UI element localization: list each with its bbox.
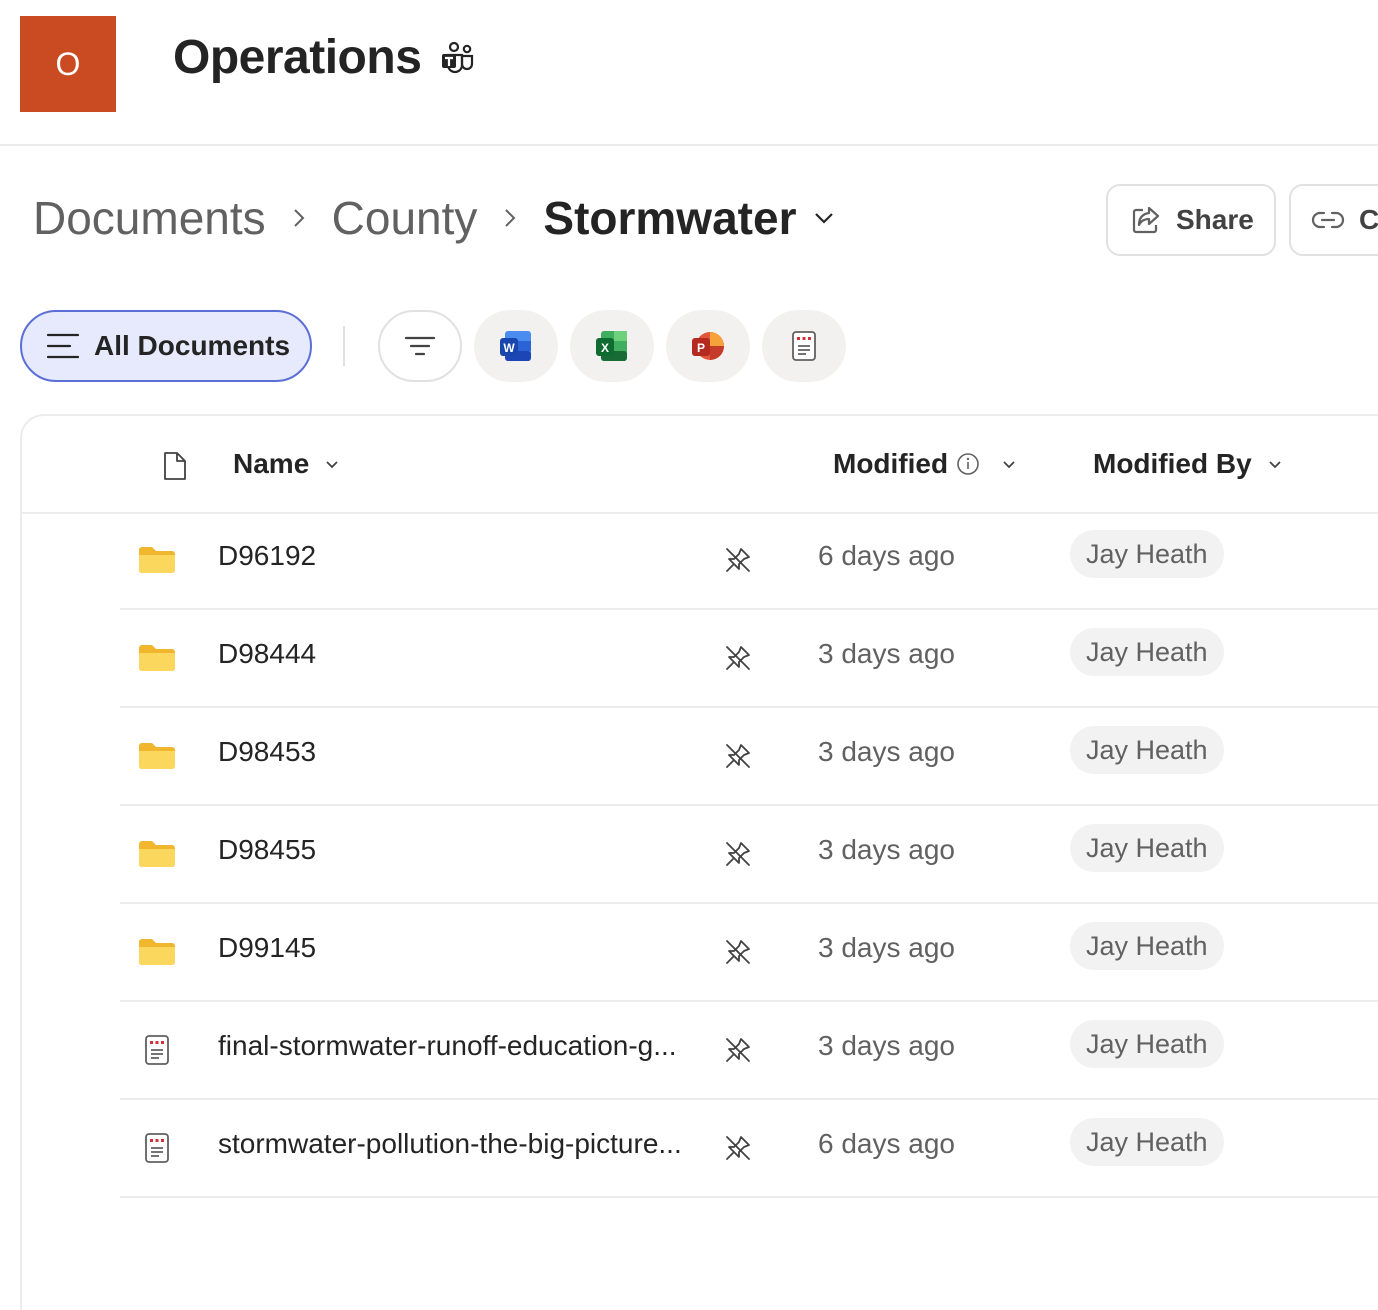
- chevron-right-icon: [266, 207, 332, 229]
- unpin-icon[interactable]: [724, 644, 752, 677]
- unpin-icon[interactable]: [724, 938, 752, 971]
- view-selector-all-documents[interactable]: All Documents: [20, 310, 312, 382]
- copy-link-button[interactable]: Co: [1289, 184, 1378, 256]
- row-modified-by[interactable]: Jay Heath: [1070, 530, 1224, 578]
- row-modified-by[interactable]: Jay Heath: [1070, 1118, 1224, 1166]
- table-row[interactable]: final-stormwater-runoff-education-g... 3…: [120, 1002, 1378, 1100]
- row-modified-by[interactable]: Jay Heath: [1070, 922, 1224, 970]
- info-icon[interactable]: [956, 452, 980, 476]
- unpin-icon[interactable]: [724, 1036, 752, 1069]
- share-label: Share: [1176, 204, 1254, 235]
- share-icon: [1132, 206, 1160, 234]
- breadcrumb-stormwater[interactable]: Stormwater: [543, 191, 796, 245]
- filter-button[interactable]: [378, 310, 462, 382]
- row-modified: 3 days ago: [818, 736, 955, 767]
- column-modified-label: Modified: [833, 448, 949, 479]
- row-name-link[interactable]: D96192: [218, 540, 316, 572]
- view-label: All Documents: [94, 330, 291, 361]
- list-view-icon: [46, 333, 80, 359]
- chevron-right-icon: [477, 207, 543, 229]
- row-name-link[interactable]: D98455: [218, 834, 316, 866]
- pdf-icon: [144, 1034, 170, 1071]
- row-name-link[interactable]: D98444: [218, 638, 316, 670]
- row-modified: 6 days ago: [818, 1128, 955, 1159]
- unpin-icon[interactable]: [724, 840, 752, 873]
- row-modified-by[interactable]: Jay Heath: [1070, 1020, 1224, 1068]
- breadcrumb: Documents County Stormwater: [33, 190, 836, 246]
- word-filter-chip[interactable]: W: [474, 310, 558, 382]
- unpin-icon[interactable]: [724, 1134, 752, 1167]
- breadcrumb-county[interactable]: County: [332, 191, 478, 245]
- powerpoint-filter-chip[interactable]: P: [666, 310, 750, 382]
- chevron-down-icon: [325, 460, 339, 469]
- table-row[interactable]: D98444 3 days ago Jay Heath: [120, 610, 1378, 708]
- column-header-modified-by[interactable]: Modified By: [1093, 448, 1282, 480]
- folder-icon: [138, 644, 176, 677]
- column-name-label: Name: [233, 448, 310, 479]
- powerpoint-icon: P: [692, 332, 724, 360]
- excel-filter-chip[interactable]: X: [570, 310, 654, 382]
- row-modified: 6 days ago: [818, 540, 955, 571]
- unpin-icon[interactable]: [724, 546, 752, 579]
- row-name-link[interactable]: D99145: [218, 932, 316, 964]
- row-modified: 3 days ago: [818, 932, 955, 963]
- row-name-link[interactable]: stormwater-pollution-the-big-picture...: [218, 1128, 682, 1160]
- copy-link-label: Co: [1359, 204, 1378, 235]
- table-row[interactable]: D98453 3 days ago Jay Heath: [120, 708, 1378, 806]
- site-logo[interactable]: O: [20, 16, 116, 112]
- filter-icon: [404, 336, 436, 356]
- table-row[interactable]: D99145 3 days ago Jay Heath: [120, 904, 1378, 1002]
- folder-icon: [138, 938, 176, 971]
- table-row[interactable]: stormwater-pollution-the-big-picture... …: [120, 1100, 1378, 1198]
- pdf-icon: [792, 331, 816, 361]
- excel-icon: X: [596, 331, 627, 361]
- folder-icon: [138, 742, 176, 775]
- list-header: Name Modified Modified By: [22, 416, 1378, 514]
- site-title[interactable]: Operations: [173, 30, 422, 85]
- row-name-link[interactable]: D98453: [218, 736, 316, 768]
- chevron-down-icon[interactable]: [814, 207, 836, 229]
- breadcrumb-documents[interactable]: Documents: [33, 191, 266, 245]
- table-row[interactable]: D98455 3 days ago Jay Heath: [120, 806, 1378, 904]
- table-row[interactable]: D96192 6 days ago Jay Heath: [120, 512, 1378, 610]
- row-modified-by[interactable]: Jay Heath: [1070, 628, 1224, 676]
- row-modified: 3 days ago: [818, 638, 955, 669]
- folder-icon: [138, 840, 176, 873]
- svg-text:P: P: [697, 341, 705, 355]
- svg-text:X: X: [601, 341, 609, 355]
- pdf-filter-chip[interactable]: [762, 310, 846, 382]
- word-icon: W: [500, 331, 531, 361]
- row-modified-by[interactable]: Jay Heath: [1070, 726, 1224, 774]
- row-name-link[interactable]: final-stormwater-runoff-education-g...: [218, 1030, 677, 1062]
- svg-text:W: W: [503, 341, 515, 355]
- chevron-down-icon: [1268, 460, 1282, 469]
- pdf-icon: [144, 1132, 170, 1169]
- row-modified: 3 days ago: [818, 1030, 955, 1061]
- toolbar-divider: [343, 326, 345, 366]
- column-header-name[interactable]: Name: [233, 448, 339, 480]
- link-icon: [1311, 211, 1345, 229]
- unpin-icon[interactable]: [724, 742, 752, 775]
- row-modified-by[interactable]: Jay Heath: [1070, 824, 1224, 872]
- folder-icon: [138, 546, 176, 579]
- file-type-icon[interactable]: [162, 450, 188, 482]
- column-header-modified[interactable]: Modified: [833, 448, 1016, 480]
- site-header: O Operations: [0, 0, 1378, 146]
- chevron-down-icon: [1002, 460, 1016, 469]
- share-button[interactable]: Share: [1106, 184, 1276, 256]
- column-modified-by-label: Modified By: [1093, 448, 1252, 479]
- row-modified: 3 days ago: [818, 834, 955, 865]
- teams-icon[interactable]: [440, 40, 476, 76]
